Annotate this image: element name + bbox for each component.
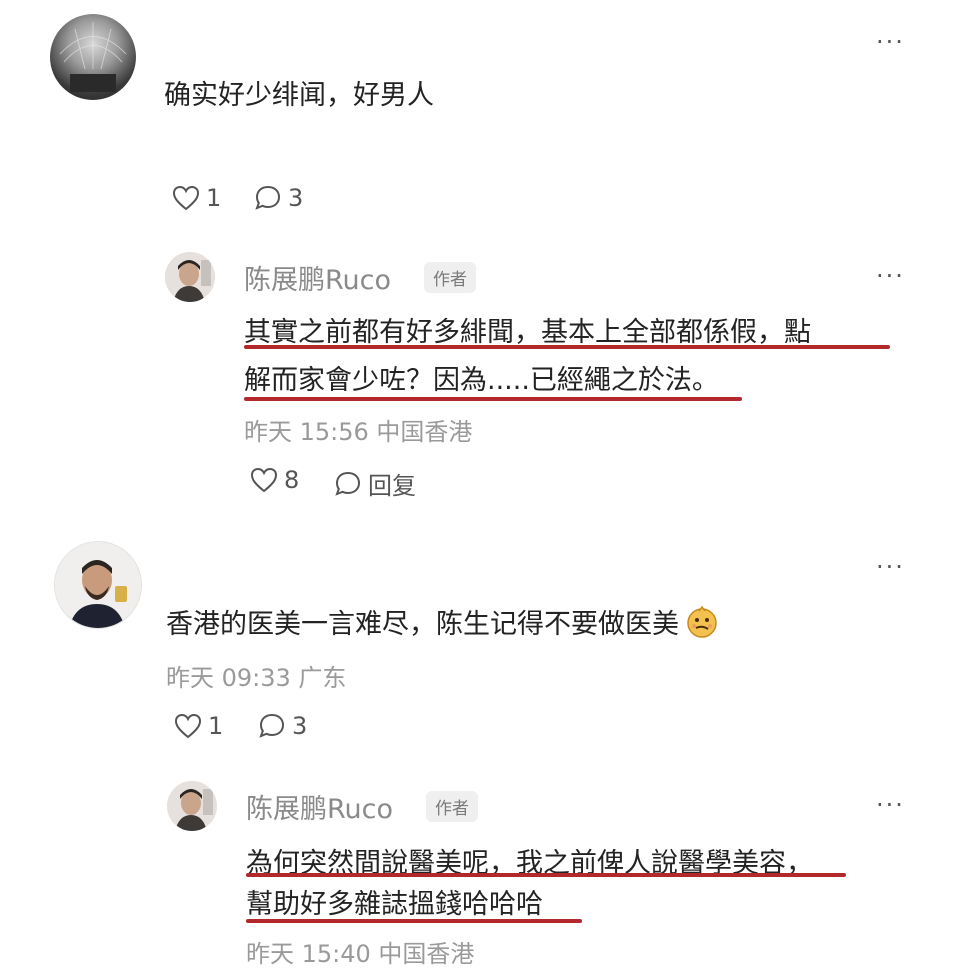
- comment-bubble-icon: [255, 185, 281, 210]
- author-avatar[interactable]: [165, 252, 215, 302]
- highlight-underline: [244, 345, 890, 349]
- like-button[interactable]: 1: [174, 712, 223, 740]
- like-count: 1: [208, 712, 224, 740]
- reply-count-button[interactable]: 3: [258, 712, 307, 740]
- thinking-face-emoji-icon: [687, 605, 717, 638]
- reply-count-button[interactable]: 3: [254, 184, 303, 212]
- author-badge: 作者: [426, 791, 478, 822]
- author-name[interactable]: 陈展鹏Ruco: [246, 787, 393, 826]
- comment-text-content: 香港的医美一言难尽，陈生记得不要做医美: [166, 609, 679, 640]
- commenter-avatar[interactable]: [54, 541, 142, 629]
- heart-icon: [172, 185, 200, 211]
- comment-bubble-icon: [259, 713, 285, 738]
- reply-text-line-1: 其實之前都有好多緋聞，基本上全部都係假，點: [244, 317, 811, 348]
- highlight-underline: [246, 919, 582, 923]
- more-options-icon[interactable]: ···: [876, 555, 905, 579]
- comment-timestamp: 昨天 09:33 广东: [166, 664, 347, 692]
- author-avatar[interactable]: [167, 781, 217, 831]
- comment-text: 香港的医美一言难尽，陈生记得不要做医美: [166, 602, 719, 641]
- author-name[interactable]: 陈展鹏Ruco: [244, 258, 391, 297]
- like-button[interactable]: 8: [250, 466, 299, 494]
- more-options-icon[interactable]: ···: [876, 30, 905, 54]
- commenter-avatar[interactable]: [50, 14, 136, 100]
- highlight-underline: [244, 397, 742, 401]
- reply-text-line-2: 幫助好多雜誌搵錢哈哈哈: [246, 889, 543, 920]
- like-count: 1: [206, 184, 222, 212]
- heart-icon: [174, 713, 202, 739]
- comment-text: 确实好少绯闻，好男人: [164, 80, 434, 111]
- more-options-icon[interactable]: ···: [876, 793, 905, 817]
- like-count: 8: [284, 466, 300, 494]
- like-button[interactable]: 1: [172, 184, 221, 212]
- highlight-underline: [246, 873, 846, 877]
- more-options-icon[interactable]: ···: [876, 264, 905, 288]
- author-badge: 作者: [424, 262, 476, 293]
- heart-icon: [250, 467, 278, 493]
- comment-bubble-icon: [335, 471, 361, 496]
- reply-count: 3: [292, 712, 308, 740]
- reply-timestamp: 昨天 15:40 中国香港: [246, 940, 475, 968]
- reply-label: 回复: [368, 472, 416, 500]
- reply-button[interactable]: 回复: [334, 466, 416, 501]
- reply-count: 3: [288, 184, 304, 212]
- reply-timestamp: 昨天 15:56 中国香港: [244, 418, 473, 446]
- reply-text-line-2: 解而家會少咗？因為.....已經繩之於法。: [244, 365, 719, 396]
